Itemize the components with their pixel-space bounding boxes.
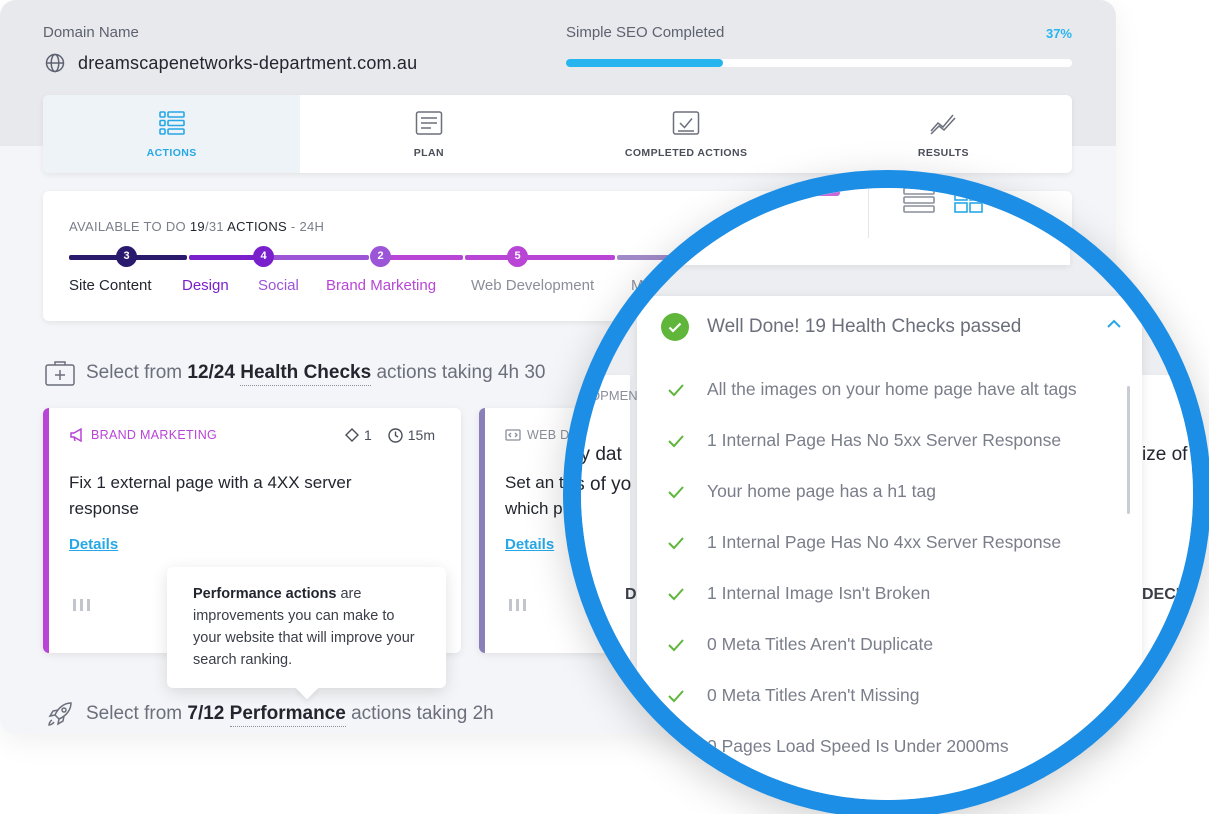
category-web-development[interactable]: Web Development: [471, 277, 594, 294]
category-segment: [600, 255, 680, 260]
health-checks-passed-panel: Well Done! 19 Health Checks passed All t…: [637, 296, 1142, 800]
health-check-item: 1 Internal Image Isn't Broken: [667, 568, 1077, 619]
health-check-item: 0 Meta Titles Aren't Duplicate: [667, 619, 1077, 670]
diamond-icon: [344, 428, 359, 442]
scrollbar[interactable]: [1127, 386, 1130, 514]
category-count-social: 2: [370, 246, 391, 267]
tab-completed-label: COMPLETED ACTIONS: [624, 147, 748, 159]
health-checks-header: Select from 12/24 Health Checks actions …: [86, 362, 545, 386]
category-design[interactable]: Design: [182, 277, 229, 294]
performance-tooltip: Performance actions are improvements you…: [167, 567, 446, 688]
toolbar-divider: [868, 188, 869, 238]
check-icon: [668, 740, 684, 753]
check-icon: [668, 383, 684, 396]
health-checks-keyword[interactable]: Health Checks: [240, 362, 372, 386]
success-check-icon: [661, 313, 689, 341]
check-icon: [668, 485, 684, 498]
card-details-link[interactable]: Details: [69, 536, 118, 553]
health-checks-summary: Well Done! 19 Health Checks passed: [661, 313, 1021, 341]
health-check-item: All the images on your home page have al…: [667, 364, 1077, 415]
results-chart-icon: [930, 114, 956, 135]
tab-completed-actions[interactable]: COMPLETED ACTIONS: [558, 95, 815, 173]
category-brand-marketing[interactable]: Brand Marketing: [326, 277, 436, 294]
magnified-fragment: iry dat: [570, 444, 622, 465]
health-check-text: Your home page has a h1 tag: [707, 481, 936, 501]
drag-handle-icon[interactable]: [71, 598, 93, 612]
check-icon: [668, 638, 684, 651]
list-view-icon[interactable]: [903, 186, 935, 214]
seo-progress-bar: [566, 59, 1072, 67]
clock-icon: [388, 427, 403, 443]
card-points: 1: [363, 427, 372, 443]
health-check-text: 1 Internal Page Has No 4xx Server Respon…: [707, 532, 1062, 552]
actions-list-icon: [158, 111, 185, 135]
magnified-fragment: ize of: [1142, 444, 1188, 465]
health-check-text: 0 Meta Titles Aren't Missing: [707, 685, 920, 705]
globe-icon: [45, 53, 65, 73]
tab-actions[interactable]: ACTIONS: [43, 95, 301, 173]
check-icon: [668, 587, 684, 600]
seo-progress-label: Simple SEO Completed: [566, 24, 725, 41]
magnified-fragment: ts of yo: [570, 474, 632, 495]
card-meta: 1 15m: [344, 427, 435, 443]
category-segment: [265, 255, 369, 260]
code-window-icon: [505, 429, 521, 441]
card-details-link[interactable]: Details: [505, 536, 554, 553]
health-check-item: 1 Internal Page Has No 5xx Server Respon…: [667, 415, 1077, 466]
available-summary: AVAILABLE TO DO 19/31 ACTIONS - 24H: [69, 219, 325, 234]
tab-plan[interactable]: PLAN: [300, 95, 557, 173]
tab-results-label: RESULTS: [917, 147, 969, 159]
health-check-text: 1 Internal Page Has No 5xx Server Respon…: [707, 430, 1062, 450]
health-checks-list: All the images on your home page have al…: [667, 364, 1077, 772]
health-check-item: 0 Pages Load Speed Is Under 2000ms: [667, 721, 1077, 772]
health-check-text: 0 Pages Load Speed Is Under 2000ms: [707, 736, 1009, 756]
card-category: BRAND MARKETING: [69, 428, 217, 442]
health-check-item: Your home page has a h1 tag: [667, 466, 1077, 517]
category-social[interactable]: Social: [258, 277, 299, 294]
category-count-design: 4: [253, 246, 274, 267]
medical-kit-icon: [45, 361, 75, 386]
domain-value: dreamscapenetworks-department.com.au: [78, 53, 418, 73]
tab-actions-label: ACTIONS: [146, 147, 197, 159]
card-time: 15m: [407, 427, 435, 443]
performance-keyword[interactable]: Performance: [229, 703, 346, 727]
health-checks-title: Well Done! 19 Health Checks passed: [707, 316, 1022, 337]
health-check-item: 0 Meta Titles Aren't Missing: [667, 670, 1077, 721]
seo-progress-percent: 37%: [1045, 26, 1072, 41]
check-icon: [668, 434, 684, 447]
completed-check-icon: [672, 111, 700, 135]
category-count-brand-marketing: 5: [507, 246, 528, 267]
health-check-item: 1 Internal Page Has No 4xx Server Respon…: [667, 517, 1077, 568]
health-check-text: 0 Meta Titles Aren't Duplicate: [707, 634, 934, 654]
category-site-content[interactable]: Site Content: [69, 277, 152, 294]
category-highlight-bar: [784, 190, 840, 196]
megaphone-icon: [70, 428, 82, 442]
magnified-fragment: D: [625, 586, 637, 603]
chevron-up-icon[interactable]: [1106, 318, 1122, 330]
domain-label: Domain Name: [43, 24, 139, 41]
check-icon: [668, 536, 684, 549]
plan-document-icon: [415, 111, 443, 135]
card-category: WEB D: [505, 428, 569, 442]
tab-results[interactable]: RESULTS: [815, 95, 1072, 173]
tab-plan-label: PLAN: [413, 147, 444, 159]
health-check-text: All the images on your home page have al…: [707, 379, 1077, 399]
rocket-icon: [48, 702, 72, 726]
grid-view-icon[interactable]: [954, 190, 984, 214]
main-tabs: ACTIONS PLAN COMPLETED ACTIONS RESULTS: [43, 95, 1072, 173]
check-icon: [668, 689, 684, 702]
health-check-text: 1 Internal Image Isn't Broken: [707, 583, 931, 603]
magnifier-lens: OPMENT iry dat ts of yo ize of D DECI 1h…: [563, 170, 1209, 814]
drag-handle-icon[interactable]: [507, 598, 529, 612]
seo-progress-fill: [566, 59, 723, 67]
performance-header: Select from 7/12 Performance actions tak…: [86, 703, 494, 727]
magnified-fragment: DECI: [1142, 586, 1181, 603]
category-count-site-content: 3: [116, 246, 137, 267]
card-title: Fix 1 external page with a 4XX server re…: [69, 473, 352, 518]
category-segment: [189, 255, 263, 260]
